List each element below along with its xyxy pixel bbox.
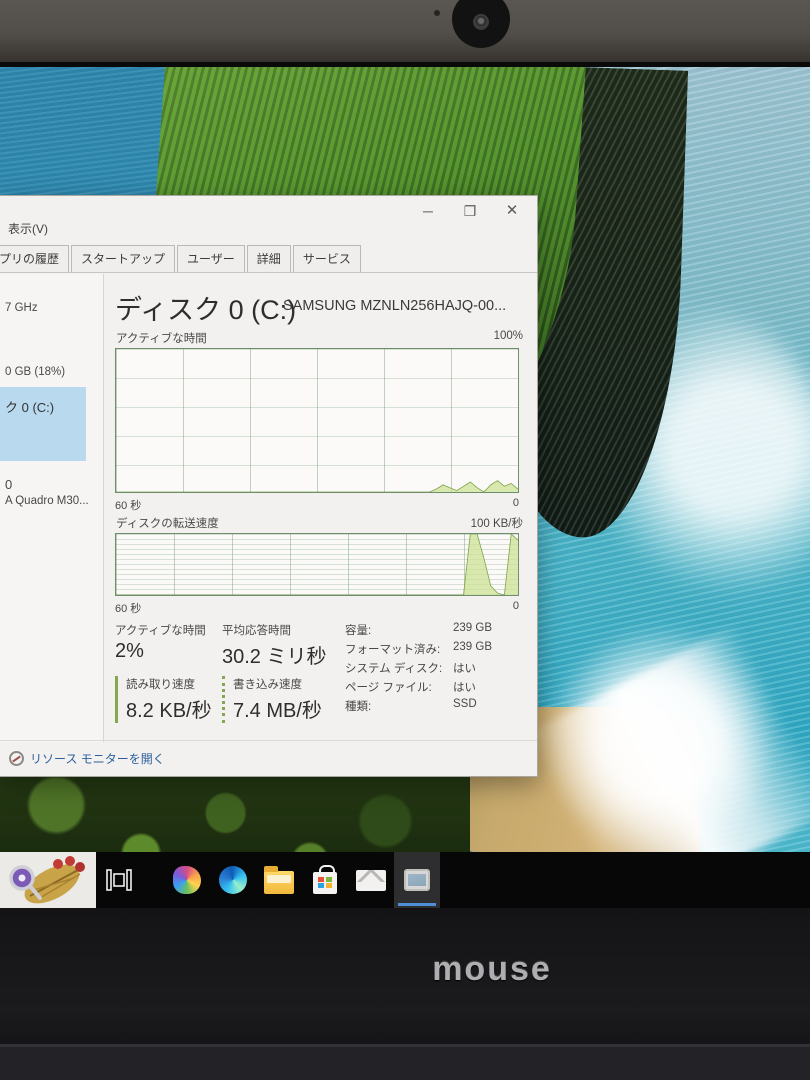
- write-speed-stat-value: 7.4 MB/秒: [233, 694, 322, 723]
- system-disk-value: はい: [453, 660, 476, 676]
- disk-title: ディスク 0 (C:): [115, 288, 296, 327]
- wallpaper-shore-foam: [519, 601, 801, 883]
- task-manager-window: ─ ❒ ✕ 表示(V) アプリの履歴 スタートアップ ユーザー 詳細 サービス …: [0, 195, 538, 777]
- task-view-button[interactable]: [96, 852, 142, 908]
- read-speed-stat-value: 8.2 KB/秒: [126, 694, 212, 723]
- search-box[interactable]: [0, 852, 96, 908]
- transfer-rate-chart-max: 100 KB/秒: [471, 515, 523, 531]
- avg-response-stat-label: 平均応答時間: [222, 622, 326, 638]
- microphone-hole: [434, 10, 440, 16]
- axis-0: 0: [513, 600, 519, 612]
- transfer-rate-chart: [115, 533, 519, 596]
- axis-60s: 60 秒: [115, 600, 141, 616]
- file-explorer-button[interactable]: [256, 852, 302, 908]
- sidebar-item-memory[interactable]: 0 GB (18%): [5, 366, 65, 378]
- transfer-rate-axis: 60 秒 0: [115, 600, 519, 616]
- avg-response-stat-value: 30.2 ミリ秒: [222, 640, 326, 669]
- property-row: ページ ファイル: はい: [345, 679, 535, 695]
- property-row: フォーマット済み: 239 GB: [345, 641, 535, 657]
- laptop-photo: ─ ❒ ✕ 表示(V) アプリの履歴 スタートアップ ユーザー 詳細 サービス …: [0, 0, 810, 1080]
- page-file-value: はい: [453, 679, 476, 695]
- tab-services[interactable]: サービス: [293, 245, 361, 272]
- axis-0: 0: [513, 497, 519, 509]
- window-footer: リソース モニターを開く: [0, 740, 537, 776]
- mail-icon: [356, 870, 386, 891]
- active-app-indicator: [398, 903, 436, 906]
- capacity-label: 容量:: [345, 622, 453, 638]
- microsoft-store-icon: [313, 872, 337, 894]
- performance-sidebar: 7 GHz 0 GB (18%) ク 0 (C:) 0 A Quadro M30…: [0, 274, 104, 742]
- sidebar-item-disk-label: ク 0 (C:): [5, 397, 54, 416]
- webcam: [452, 0, 510, 48]
- disk-model: SAMSUNG MZNLN256HAJQ-00...: [283, 298, 506, 314]
- mail-button[interactable]: [348, 852, 394, 908]
- menu-item-view[interactable]: 表示(V): [8, 220, 48, 237]
- capacity-value: 239 GB: [453, 622, 492, 638]
- active-time-chart: [115, 348, 519, 493]
- sidebar-item-disk[interactable]: ク 0 (C:): [0, 387, 86, 461]
- tab-app-history[interactable]: アプリの履歴: [0, 245, 69, 272]
- sidebar-item-gpu-detail: A Quadro M30...: [5, 495, 89, 507]
- type-value: SSD: [453, 698, 477, 714]
- transfer-rate-chart-label: ディスクの転送速度: [116, 515, 219, 531]
- active-time-chart-label: アクティブな時間: [116, 330, 207, 346]
- webcam-lens-icon: [476, 16, 486, 26]
- edge-icon: [219, 866, 247, 894]
- top-bezel: [0, 0, 810, 62]
- laptop-base: [0, 1047, 810, 1080]
- task-view-icon: [106, 869, 132, 891]
- active-time-stat-value: 2%: [115, 640, 206, 663]
- page-file-label: ページ ファイル:: [345, 679, 453, 695]
- edge-button[interactable]: [210, 852, 256, 908]
- task-manager-icon: [404, 869, 430, 891]
- property-row: 種類: SSD: [345, 698, 535, 714]
- brand-logo: mouse: [432, 950, 552, 989]
- task-manager-button[interactable]: [394, 852, 440, 908]
- system-disk-label: システム ディスク:: [345, 660, 453, 676]
- property-row: システム ディスク: はい: [345, 660, 535, 676]
- active-time-stat-label: アクティブな時間: [115, 622, 206, 638]
- read-speed-stat-label: 読み取り速度: [126, 676, 212, 692]
- tab-bar: アプリの履歴 スタートアップ ユーザー 詳細 サービス: [0, 246, 538, 273]
- sidebar-item-gpu[interactable]: 0: [5, 477, 12, 492]
- copilot-icon: [173, 866, 201, 894]
- axis-60s: 60 秒: [115, 497, 141, 513]
- wallpaper-sea-foam: [541, 273, 810, 640]
- wallpaper-ocean-right: [520, 67, 810, 908]
- active-time-axis: 60 秒 0: [115, 497, 519, 513]
- property-row: 容量: 239 GB: [345, 622, 535, 638]
- disk-properties: 容量: 239 GB フォーマット済み: 239 GB システム ディスク: は…: [345, 622, 535, 717]
- write-speed-stat-label: 書き込み速度: [233, 676, 322, 692]
- tab-startup[interactable]: スタートアップ: [71, 245, 175, 272]
- resource-monitor-icon: [9, 751, 24, 766]
- bottom-bezel: mouse: [0, 908, 810, 1080]
- resource-monitor-link-label: リソース モニターを開く: [30, 750, 165, 767]
- formatted-value: 239 GB: [453, 641, 492, 657]
- copilot-button[interactable]: [164, 852, 210, 908]
- microsoft-store-button[interactable]: [302, 852, 348, 908]
- formatted-label: フォーマット済み:: [345, 641, 453, 657]
- search-illustration-icon: [0, 852, 96, 908]
- laptop-screen: ─ ❒ ✕ 表示(V) アプリの履歴 スタートアップ ユーザー 詳細 サービス …: [0, 62, 810, 908]
- resource-monitor-link[interactable]: リソース モニターを開く: [9, 750, 165, 767]
- sidebar-item-cpu[interactable]: 7 GHz: [5, 302, 38, 314]
- active-time-chart-max: 100%: [494, 330, 523, 342]
- menu-bar: 表示(V): [0, 218, 537, 240]
- tab-users[interactable]: ユーザー: [177, 245, 245, 272]
- disk-panel: ディスク 0 (C:) SAMSUNG MZNLN256HAJQ-00... ア…: [105, 274, 537, 742]
- tab-details[interactable]: 詳細: [247, 245, 291, 272]
- file-explorer-icon: [264, 871, 294, 894]
- disk-stats: アクティブな時間 2% 平均応答時間 30.2 ミリ秒 読み取り速度 8.2 K…: [115, 622, 535, 722]
- type-label: 種類:: [345, 698, 453, 714]
- taskbar: [0, 852, 810, 908]
